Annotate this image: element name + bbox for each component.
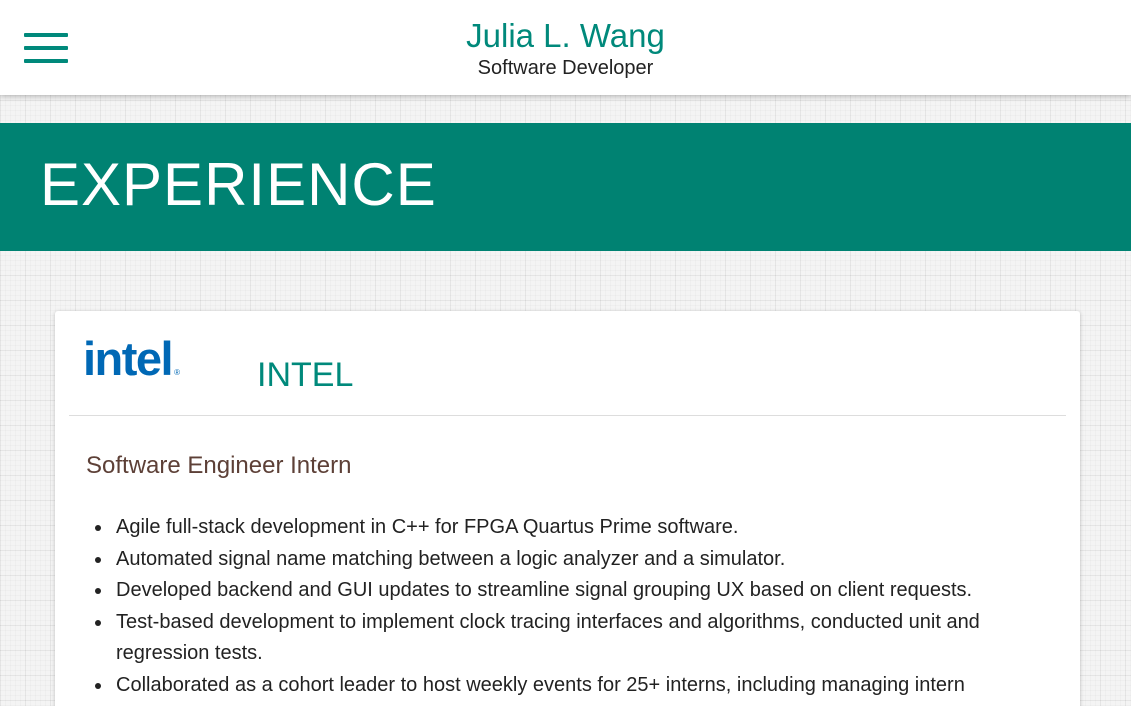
job-title: Software Engineer Intern [86, 452, 352, 479]
list-item: Automated signal name matching between a… [95, 544, 1046, 576]
list-item: Agile full-stack development in C++ for … [95, 512, 1046, 544]
list-item: Collaborated as a cohort leader to host … [95, 670, 1046, 702]
header-identity: Julia L. Wang Software Developer [0, 16, 1131, 80]
person-name: Julia L. Wang [466, 17, 665, 54]
card-divider [69, 415, 1066, 416]
company-name: INTEL [257, 356, 354, 394]
top-bar: Julia L. Wang Software Developer [0, 0, 1131, 95]
list-item: Test-based development to implement cloc… [95, 607, 1046, 670]
responsibilities-list: Agile full-stack development in C++ for … [95, 512, 1046, 702]
section-title: EXPERIENCE [40, 151, 437, 218]
list-item: Developed backend and GUI updates to str… [95, 575, 1046, 607]
person-role: Software Developer [477, 57, 654, 79]
section-banner: EXPERIENCE [0, 123, 1131, 251]
logo-registered-mark: ® [174, 368, 181, 377]
intel-logo: intel ® [83, 333, 180, 399]
logo-text: intel [83, 332, 174, 385]
experience-card: intel ® INTEL Software Engineer Intern Ag… [55, 311, 1080, 706]
